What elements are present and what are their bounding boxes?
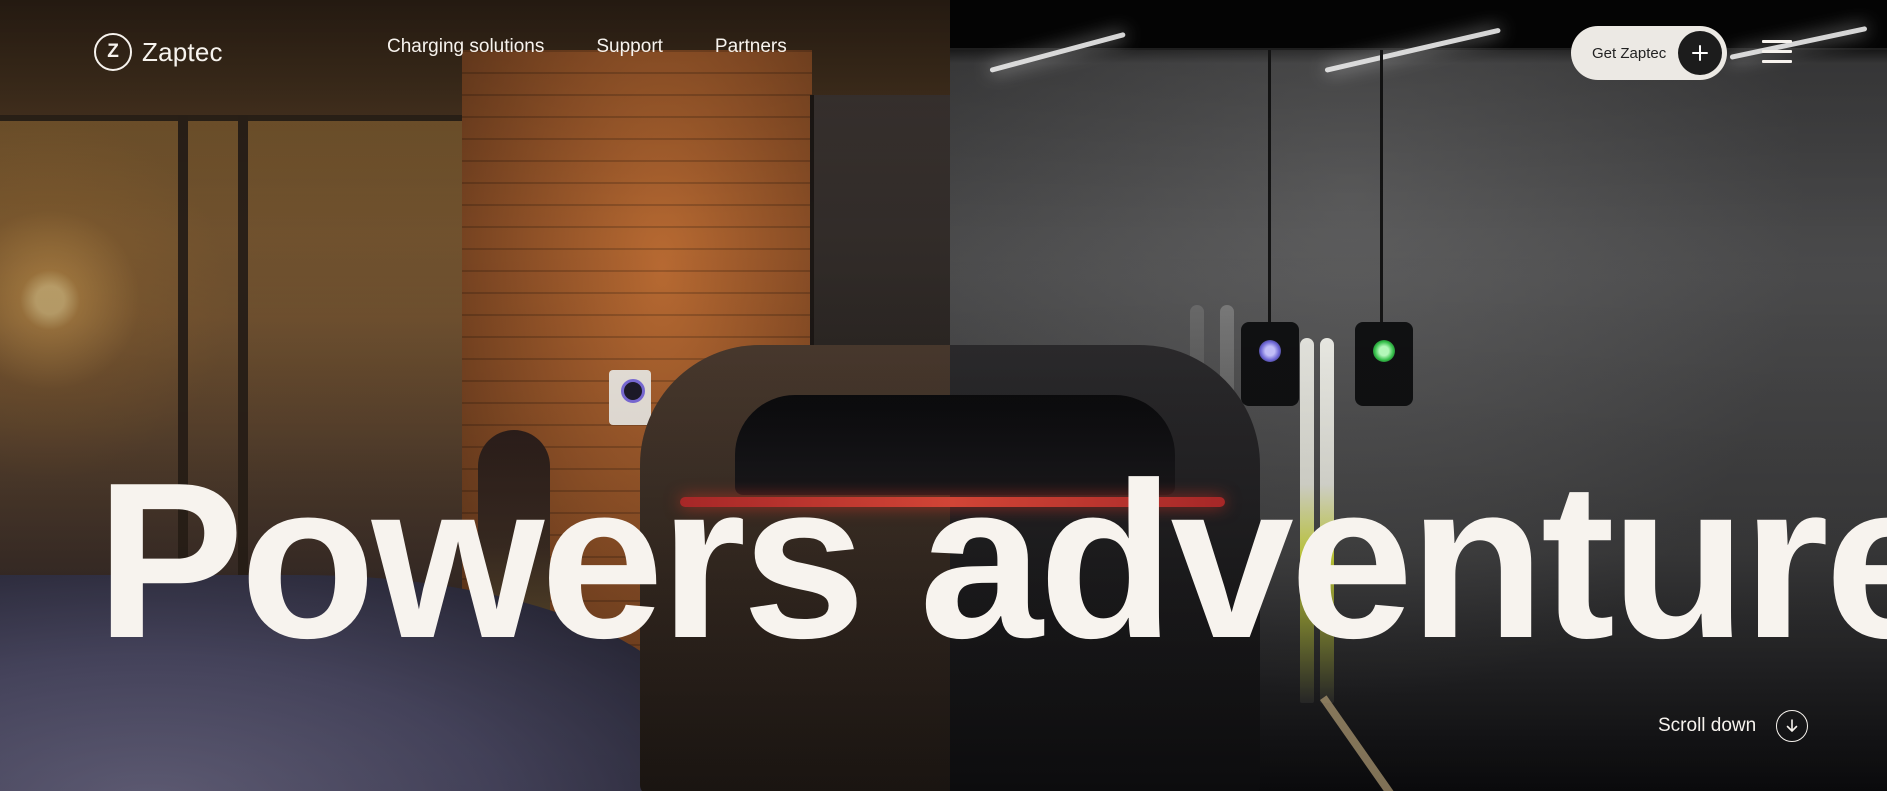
get-zaptec-label: Get Zaptec (1592, 44, 1667, 62)
get-zaptec-button[interactable]: Get Zaptec (1571, 26, 1727, 80)
main-nav: Charging solutions Support Partners (387, 36, 787, 58)
hero-section: Z Zaptec Charging solutions Support Part… (0, 0, 1887, 791)
plus-icon (1678, 31, 1722, 75)
nav-support[interactable]: Support (596, 36, 663, 58)
hero-headline: Powers adventure (96, 437, 1887, 685)
nav-partners[interactable]: Partners (715, 36, 787, 58)
scroll-down-label: Scroll down (1658, 715, 1757, 736)
hamburger-menu-icon[interactable] (1762, 40, 1792, 64)
arrow-down-icon (1776, 710, 1809, 742)
scroll-down-button[interactable]: Scroll down (1658, 710, 1809, 742)
site-header: Z Zaptec Charging solutions Support Part… (0, 0, 1887, 100)
logo-link[interactable]: Z Zaptec (94, 33, 223, 71)
logo-wordmark: Zaptec (142, 36, 223, 67)
zaptec-logo-icon: Z (94, 33, 132, 71)
nav-charging-solutions[interactable]: Charging solutions (387, 36, 544, 58)
